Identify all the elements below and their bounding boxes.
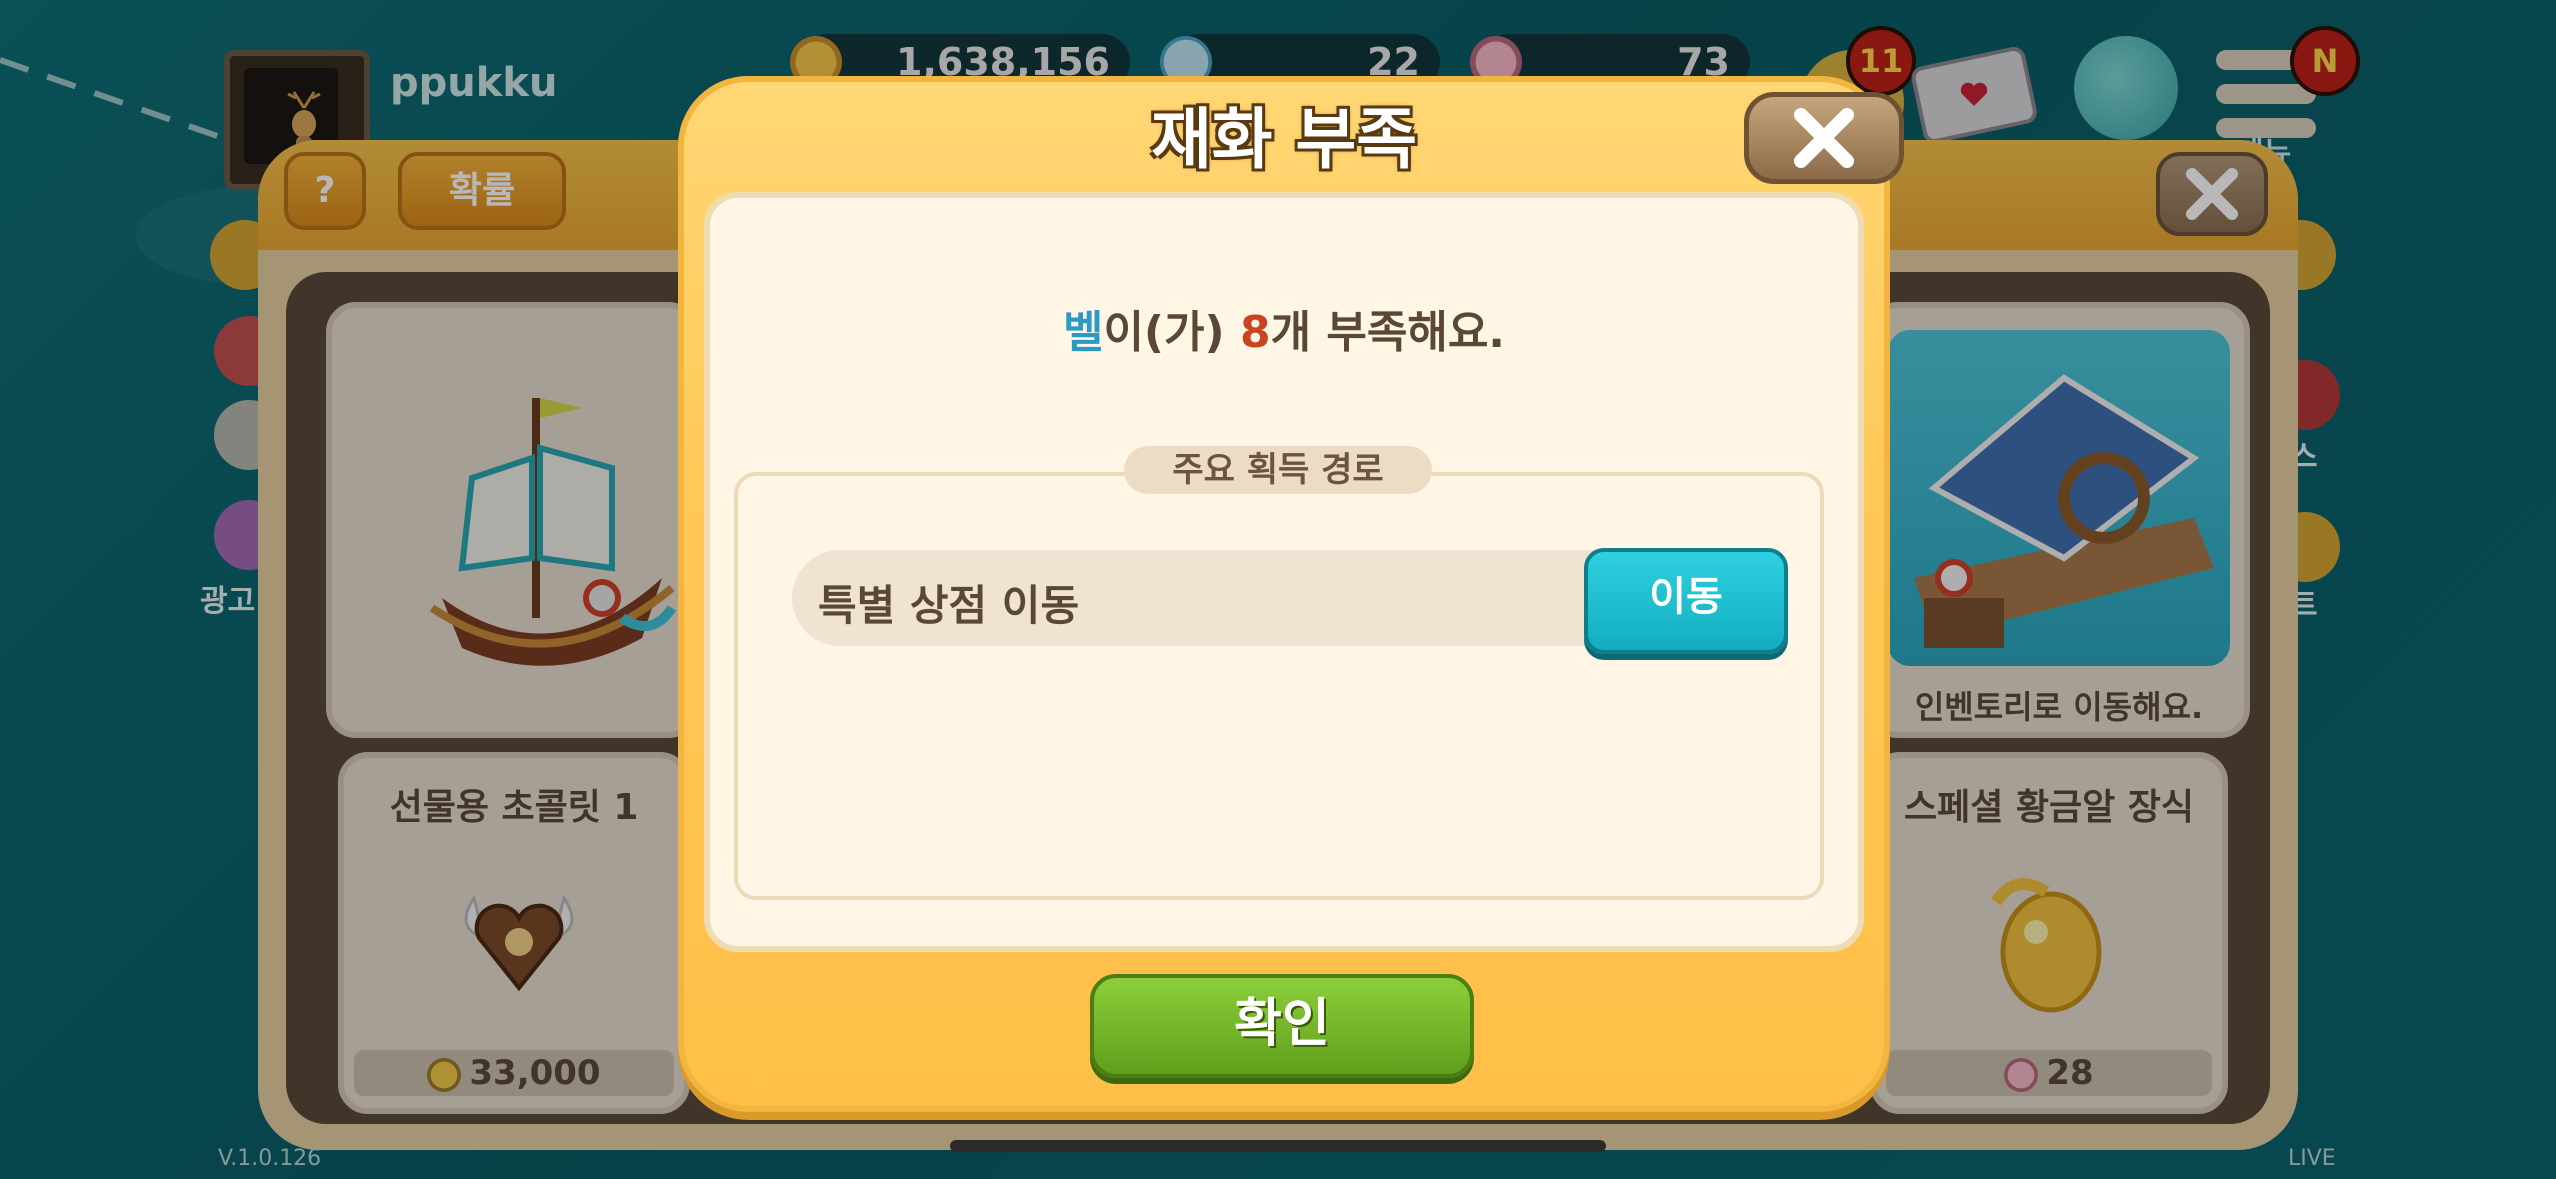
missing-count: 8 xyxy=(1239,307,1271,358)
missing-item-name: 벨 xyxy=(1062,307,1104,358)
home-indicator[interactable] xyxy=(950,1140,1606,1152)
route-label: 특별 상점 이동 xyxy=(818,581,1080,630)
close-icon xyxy=(1794,108,1854,168)
move-button[interactable]: 이동 xyxy=(1584,548,1788,654)
message-part-1: 이(가) xyxy=(1103,307,1240,358)
acquisition-routes-header: 주요 획득 경로 xyxy=(1124,446,1432,494)
acquisition-routes-box xyxy=(734,472,1824,900)
shortage-message: 벨이(가) 8개 부족해요. xyxy=(704,296,1864,360)
dialog-title: 재화 부족 xyxy=(1151,101,1417,178)
dialog-close-button[interactable] xyxy=(1744,92,1904,184)
message-part-2: 개 부족해요. xyxy=(1270,307,1506,358)
confirm-button[interactable]: 확인 xyxy=(1090,974,1474,1078)
